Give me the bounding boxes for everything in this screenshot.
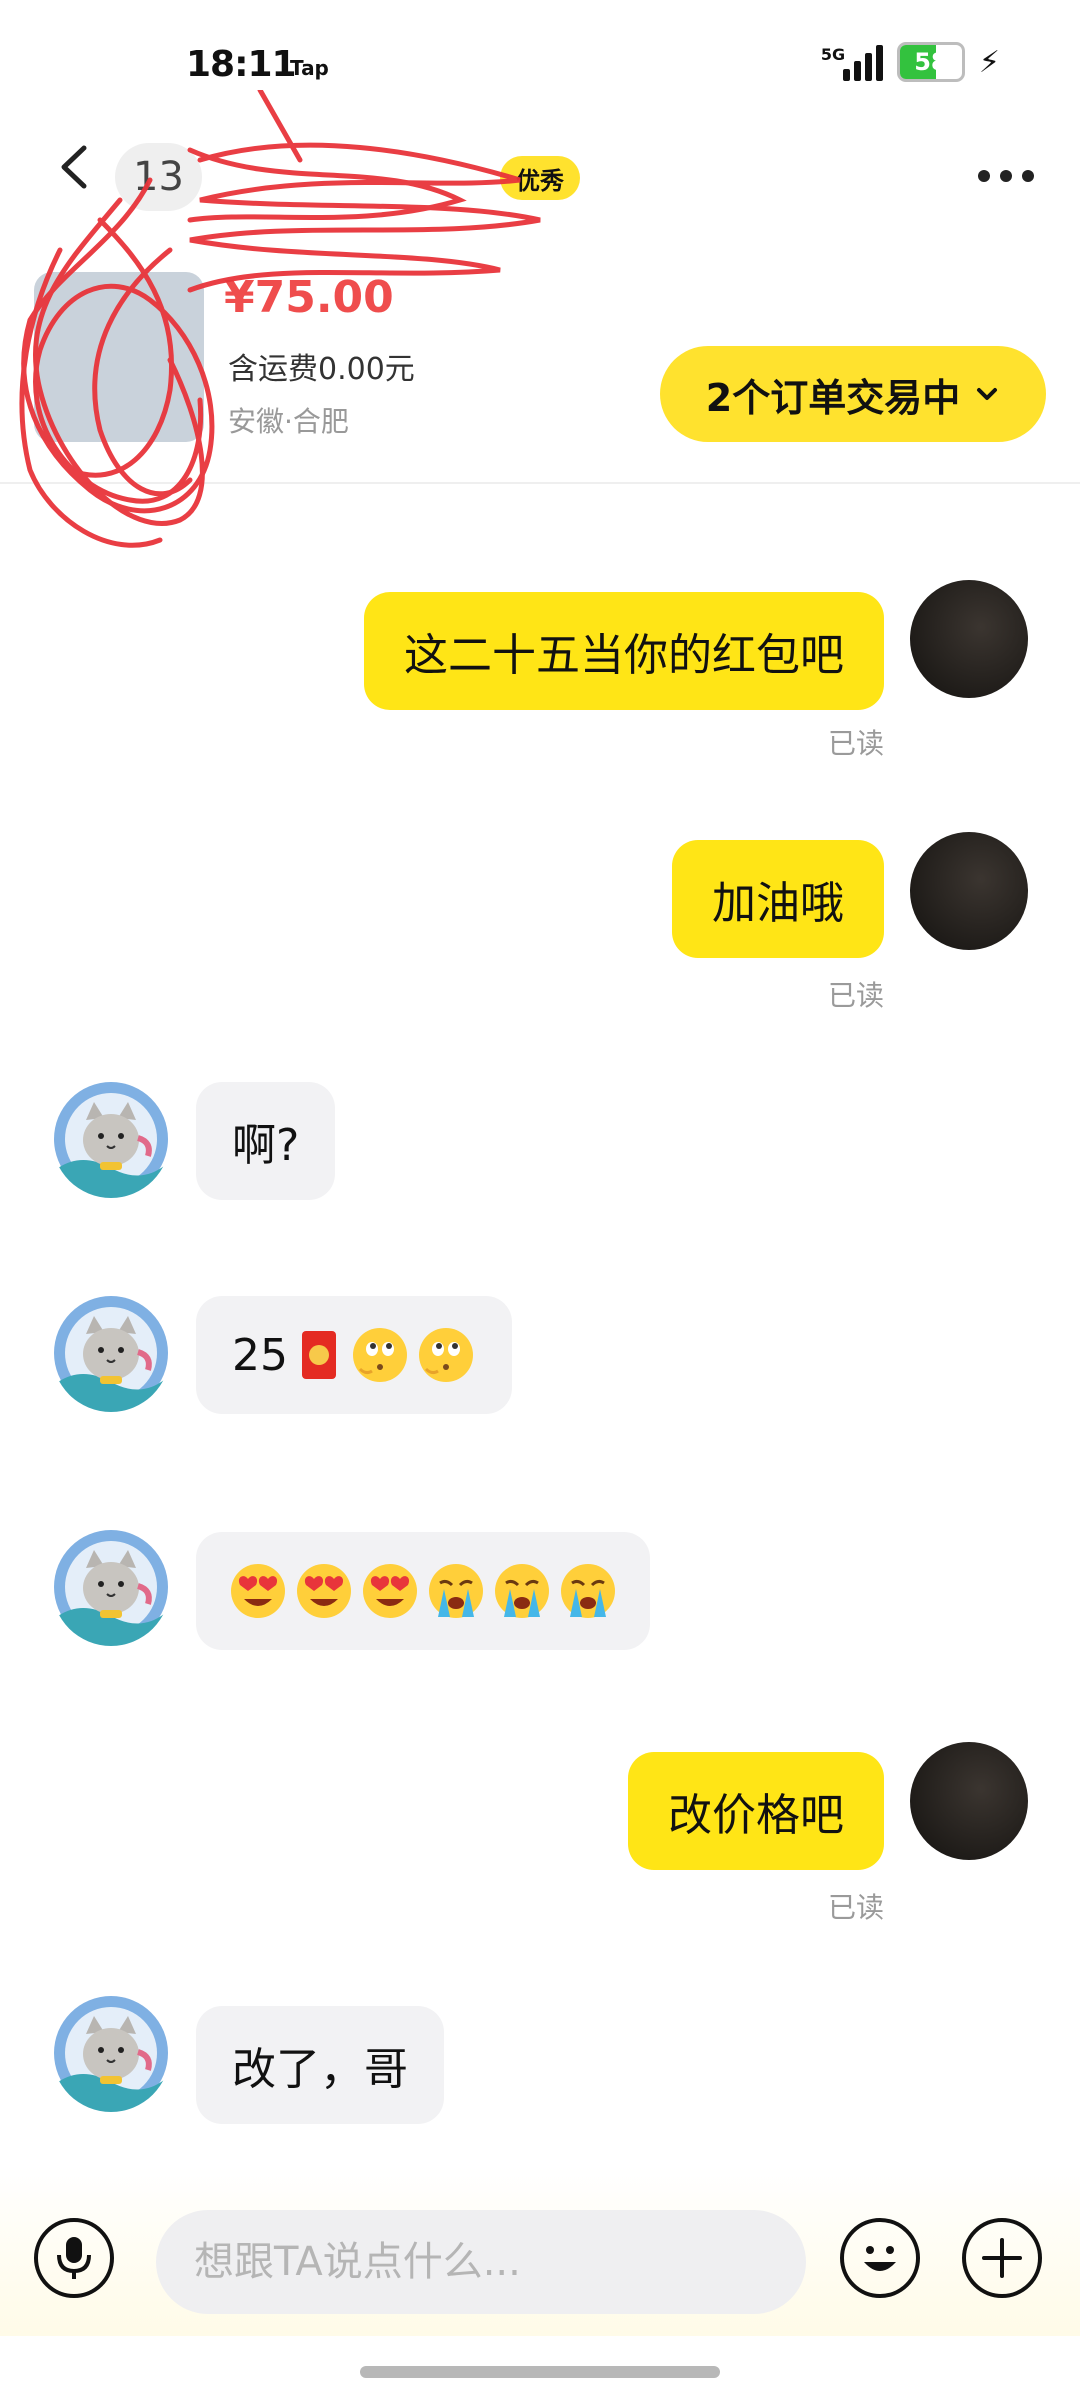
partner-avatar[interactable] (52, 1994, 170, 2112)
message-bubble-theirs[interactable]: 啊? (196, 1082, 336, 1200)
product-location: 安徽·合肥 (228, 405, 349, 438)
product-thumbnail[interactable] (34, 272, 204, 442)
charging-icon: ⚡ (978, 44, 1000, 80)
crying-face-emoji (495, 1564, 549, 1618)
more-actions-button[interactable] (962, 2218, 1042, 2298)
read-status: 已读 (827, 979, 884, 1012)
credit-badge: 优秀 (500, 156, 580, 200)
plus-icon (982, 2238, 1022, 2278)
cat-avatar-icon (54, 1296, 168, 1412)
partner-avatar[interactable] (52, 1528, 170, 1646)
back-icon[interactable] (52, 144, 98, 190)
battery-icon: 58 (896, 42, 965, 82)
network-label: 5G (820, 45, 846, 64)
message-bubble-theirs[interactable]: 改了，哥 (196, 2006, 444, 2124)
message-bubble-mine[interactable]: 改价格吧 (628, 1752, 884, 1870)
battery-percent: 58 (914, 48, 948, 76)
header-divider (0, 482, 1080, 484)
heart-eyes-emoji (363, 1564, 417, 1618)
more-options-icon[interactable] (978, 170, 1034, 182)
status-tap-label: Tap (290, 56, 329, 80)
chat-partner-name[interactable]: 13 (115, 143, 202, 211)
partner-name-text: 13 (133, 154, 184, 200)
heart-eyes-emoji (231, 1564, 285, 1618)
signal-icon: 5G (821, 43, 883, 81)
thinking-face-emoji (353, 1328, 407, 1382)
message-text: 25 (232, 1329, 288, 1381)
read-status: 已读 (827, 1891, 884, 1924)
message-bubble-mine[interactable]: 这二十五当你的红包吧 (364, 592, 884, 710)
my-avatar[interactable] (910, 1742, 1028, 1860)
message-text: 啊? (232, 1120, 300, 1171)
message-text: 改价格吧 (668, 1790, 844, 1841)
red-envelope-icon (302, 1331, 336, 1379)
message-bubble-theirs[interactable]: 25 (196, 1296, 512, 1414)
home-indicator (360, 2366, 720, 2378)
microphone-icon (57, 2237, 91, 2279)
product-price: ¥75.00 (224, 272, 394, 323)
partner-avatar[interactable] (52, 1294, 170, 1412)
crying-face-emoji (561, 1564, 615, 1618)
cat-avatar-icon (54, 1082, 168, 1198)
emoji-message (228, 1561, 618, 1621)
heart-eyes-emoji (297, 1564, 351, 1618)
shipping-fee: 含运费0.00元 (228, 352, 415, 387)
status-time: 18:11 (186, 44, 297, 85)
credit-badge-text: 优秀 (516, 166, 564, 195)
emoji-button[interactable] (840, 2218, 920, 2298)
message-bubble-mine[interactable]: 加油哦 (672, 840, 884, 958)
my-avatar[interactable] (910, 580, 1028, 698)
smiley-icon (864, 2246, 896, 2271)
partner-avatar[interactable] (52, 1080, 170, 1198)
thinking-face-emoji (419, 1328, 473, 1382)
chevron-down-icon (977, 388, 998, 400)
crying-face-emoji (429, 1564, 483, 1618)
orders-in-progress-button[interactable]: 2个订单交易中 (660, 346, 1046, 442)
message-text: 这二十五当你的红包吧 (404, 630, 844, 681)
read-status: 已读 (827, 727, 884, 760)
orders-button-label: 2个订单交易中 (705, 375, 961, 420)
message-bubble-theirs[interactable] (196, 1532, 650, 1650)
cat-avatar-icon (54, 1530, 168, 1646)
message-input[interactable] (156, 2210, 806, 2314)
cat-avatar-icon (54, 1996, 168, 2112)
message-text: 改了，哥 (232, 2044, 408, 2095)
status-icons: 5G 58 ⚡ (821, 42, 1000, 82)
message-text: 加油哦 (712, 878, 844, 929)
my-avatar[interactable] (910, 832, 1028, 950)
voice-input-button[interactable] (34, 2218, 114, 2298)
